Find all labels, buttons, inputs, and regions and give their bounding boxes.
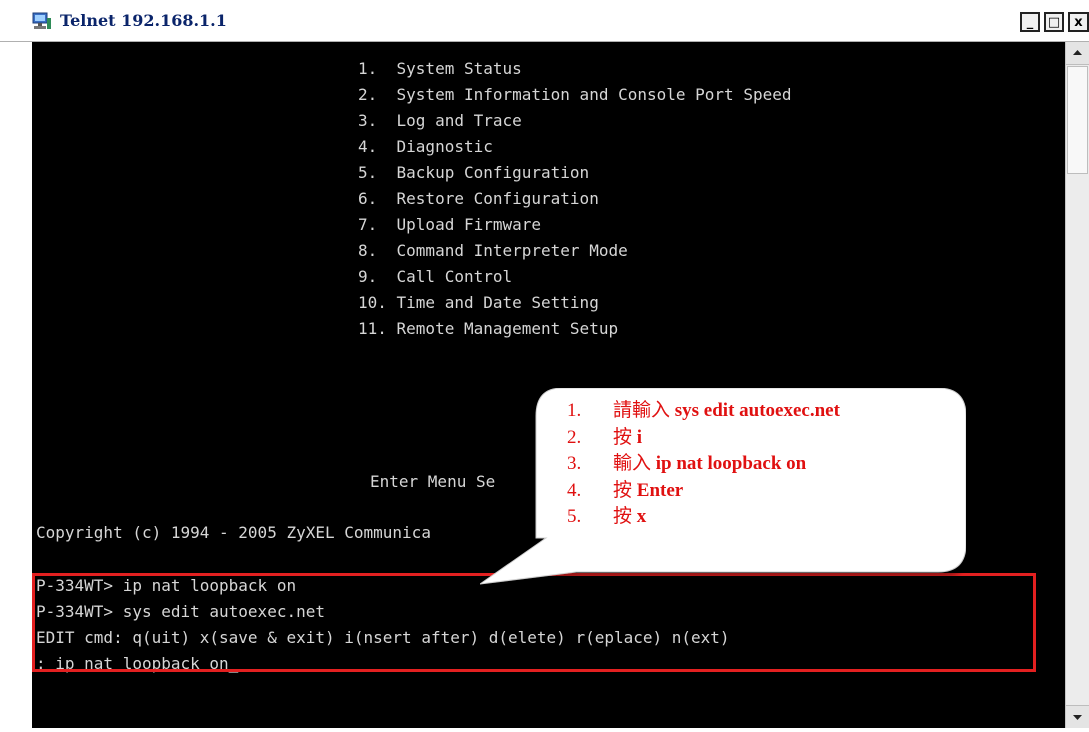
close-button[interactable]: x	[1068, 12, 1089, 32]
menu-item: 11. Remote Management Setup	[358, 319, 619, 338]
scroll-up-icon	[1073, 50, 1082, 55]
menu-item: 6. Restore Configuration	[358, 189, 599, 208]
menu-item: 5. Backup Configuration	[358, 163, 590, 182]
menu-item: 7. Upload Firmware	[358, 215, 542, 234]
minimize-icon: _	[1026, 14, 1034, 30]
callout-step: 4. 按 Enter	[567, 479, 684, 501]
menu-item: 1. System Status	[358, 59, 522, 78]
menu-item: 4. Diagnostic	[358, 137, 493, 156]
scroll-down-icon	[1073, 715, 1082, 720]
menu-item: 9. Call Control	[358, 267, 513, 286]
window-title: Telnet 192.168.1.1	[60, 11, 227, 30]
callout-step: 1. 請輸入 sys edit autoexec.net	[567, 400, 840, 421]
close-icon: x	[1074, 14, 1083, 30]
menu-item: 8. Command Interpreter Mode	[358, 241, 628, 260]
telnet-app-icon	[32, 12, 51, 29]
callout-step: 3. 輸入 ip nat loopback on	[567, 453, 807, 474]
menu-item: 10. Time and Date Setting	[358, 293, 599, 312]
callout-steps: 1. 請輸入 sys edit autoexec.net 2. 按 i 3. 輸…	[552, 398, 952, 531]
minimize-button[interactable]: _	[1020, 12, 1040, 32]
scrollbar-thumb[interactable]	[1067, 66, 1088, 174]
scroll-up-button[interactable]	[1066, 42, 1089, 65]
restore-icon: □	[1047, 14, 1061, 30]
copyright-line: Copyright (c) 1994 - 2005 ZyXEL Communic…	[36, 523, 431, 542]
menu-item: 3. Log and Trace	[358, 111, 522, 130]
title-bar[interactable]: Telnet 192.168.1.1 _ □ x	[0, 0, 1089, 42]
callout-step: 2. 按 i	[567, 426, 643, 448]
menu-prompt: Enter Menu Se	[370, 472, 496, 491]
vertical-scrollbar[interactable]	[1065, 42, 1089, 728]
callout-step: 5. 按 x	[567, 506, 647, 527]
scroll-down-button[interactable]	[1066, 705, 1089, 728]
restore-button[interactable]: □	[1044, 12, 1064, 32]
menu-item: 2. System Information and Console Port S…	[358, 85, 792, 104]
